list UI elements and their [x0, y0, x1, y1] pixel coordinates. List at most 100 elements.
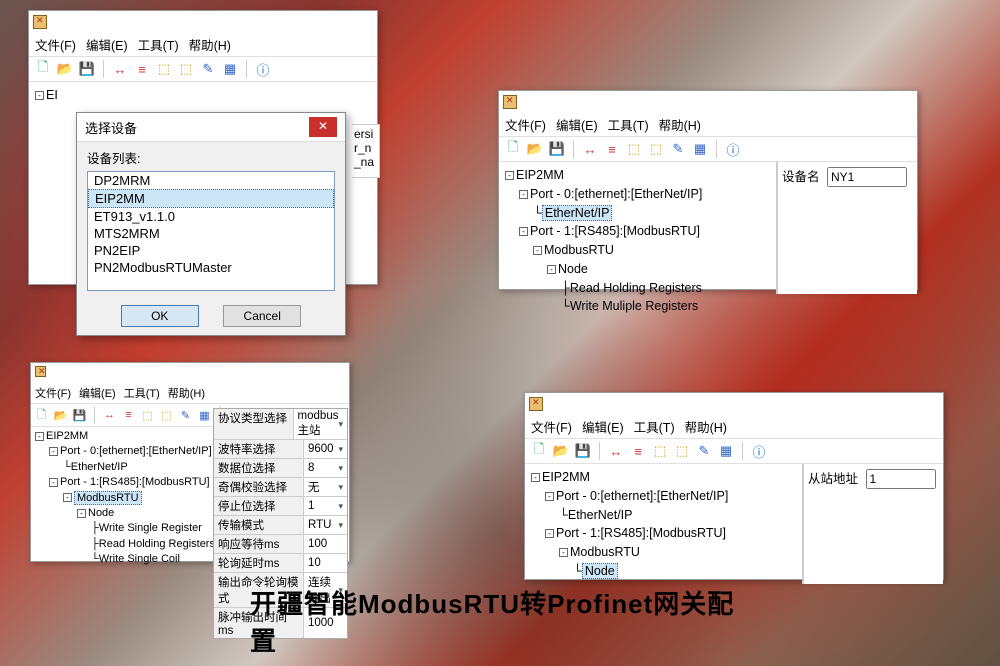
- menu-edit[interactable]: 编辑(E): [86, 35, 128, 54]
- expand-icon[interactable]: -: [35, 91, 44, 100]
- ti5[interactable]: ✎: [696, 443, 712, 459]
- new-icon[interactable]: 🗋: [35, 409, 48, 422]
- toolbar-icon-1[interactable]: ↔: [112, 61, 128, 77]
- new-icon[interactable]: 🗋: [35, 61, 51, 77]
- dropdown-icon[interactable]: ▾: [338, 482, 343, 493]
- toolbar-icon-4[interactable]: ⬚: [178, 61, 194, 77]
- tree-ethernetip-selected[interactable]: EtherNet/IP: [542, 205, 613, 221]
- toolbar-icon-1[interactable]: ↔: [582, 141, 598, 157]
- property-value[interactable]: 8▾: [304, 459, 347, 477]
- toolbar-icon-5[interactable]: ✎: [200, 61, 216, 77]
- property-value[interactable]: 9600▾: [304, 440, 347, 458]
- tree-port1[interactable]: Port - 1:[RS485]:[ModbusRTU]: [556, 526, 726, 540]
- menu-edit[interactable]: 编辑(E): [79, 385, 116, 401]
- toolbar-icon-6[interactable]: ▦: [222, 61, 238, 77]
- device-tree[interactable]: -EI: [29, 82, 377, 109]
- tree-port0[interactable]: Port - 0:[ethernet]:[EtherNet/IP]: [556, 489, 728, 503]
- open-icon[interactable]: 📂: [57, 61, 73, 77]
- save-icon[interactable]: 💾: [79, 61, 95, 77]
- dropdown-icon[interactable]: ▾: [338, 501, 343, 512]
- tree-root[interactable]: EIP2MM: [542, 470, 590, 484]
- device-tree[interactable]: -EIP2MM -Port - 0:[ethernet]:[EtherNet/I…: [499, 162, 777, 294]
- save-icon[interactable]: 💾: [549, 141, 565, 157]
- list-item[interactable]: PN2EIP: [88, 242, 334, 259]
- ti6[interactable]: ▦: [718, 443, 734, 459]
- menu-tool[interactable]: 工具(T): [634, 417, 675, 436]
- cancel-button[interactable]: Cancel: [223, 305, 301, 327]
- list-item[interactable]: MTS2MRM: [88, 225, 334, 242]
- menu-help[interactable]: 帮助(H): [189, 35, 231, 54]
- device-list[interactable]: DP2MRM EIP2MM ET913_v1.1.0 MTS2MRM PN2EI…: [87, 171, 335, 291]
- toolbar-icon-2[interactable]: ≡: [134, 61, 150, 77]
- property-row[interactable]: 数据位选择8▾: [214, 459, 347, 478]
- ti6[interactable]: ▦: [198, 409, 211, 422]
- info-icon[interactable]: ⓘ: [255, 61, 271, 77]
- toolbar-icon-3[interactable]: ⬚: [626, 141, 642, 157]
- property-row[interactable]: 传输模式RTU▾: [214, 516, 347, 535]
- property-value[interactable]: 无▾: [304, 478, 347, 496]
- toolbar-icon-6[interactable]: ▦: [692, 141, 708, 157]
- ti3[interactable]: ⬚: [652, 443, 668, 459]
- menu-file[interactable]: 文件(F): [35, 35, 76, 54]
- list-item[interactable]: DP2MRM: [88, 172, 334, 189]
- property-value[interactable]: modbus主站▾: [294, 409, 347, 439]
- save-icon[interactable]: 💾: [575, 443, 591, 459]
- menu-file[interactable]: 文件(F): [35, 385, 71, 401]
- toolbar-icon-5[interactable]: ✎: [670, 141, 686, 157]
- slave-addr-input[interactable]: [866, 469, 936, 489]
- property-row[interactable]: 停止位选择1▾: [214, 497, 347, 516]
- tree-node[interactable]: Node: [558, 262, 588, 276]
- dropdown-icon[interactable]: ▾: [338, 444, 343, 455]
- ti5[interactable]: ✎: [179, 409, 192, 422]
- property-row[interactable]: 响应等待ms100: [214, 535, 347, 554]
- tree-root[interactable]: EIP2MM: [46, 430, 88, 442]
- ti4[interactable]: ⬚: [674, 443, 690, 459]
- tree-modbus-selected[interactable]: ModbusRTU: [74, 491, 142, 505]
- tree-port1[interactable]: Port - 1:[RS485]:[ModbusRTU]: [60, 476, 210, 488]
- list-item[interactable]: ET913_v1.1.0: [88, 208, 334, 225]
- toolbar-icon-3[interactable]: ⬚: [156, 61, 172, 77]
- menu-edit[interactable]: 编辑(E): [556, 115, 598, 134]
- dropdown-icon[interactable]: ▾: [338, 463, 343, 474]
- tree-write-multiple[interactable]: Write Muliple Registers: [570, 299, 698, 313]
- ti3[interactable]: ⬚: [141, 409, 154, 422]
- list-item-selected[interactable]: EIP2MM: [88, 189, 334, 208]
- ti2[interactable]: ≡: [630, 443, 646, 459]
- property-row[interactable]: 协议类型选择modbus主站▾: [214, 409, 347, 440]
- tree-port0[interactable]: Port - 0:[ethernet]:[EtherNet/IP]: [60, 445, 212, 457]
- ti4[interactable]: ⬚: [160, 409, 173, 422]
- tree-rhr[interactable]: Read Holding Registers: [99, 538, 215, 550]
- tree-wsr[interactable]: Write Single Register: [99, 522, 202, 534]
- ti2[interactable]: ≡: [122, 409, 135, 422]
- info-icon[interactable]: ⓘ: [751, 443, 767, 459]
- dropdown-icon[interactable]: ▾: [338, 520, 343, 531]
- menu-file[interactable]: 文件(F): [531, 417, 572, 436]
- ti1[interactable]: ↔: [608, 443, 624, 459]
- property-row[interactable]: 轮询延时ms10: [214, 554, 347, 573]
- property-value[interactable]: 100: [304, 535, 347, 553]
- tree-node[interactable]: Node: [88, 507, 114, 519]
- tree-ethip[interactable]: EtherNet/IP: [568, 508, 633, 522]
- menu-help[interactable]: 帮助(H): [685, 417, 727, 436]
- save-icon[interactable]: 💾: [73, 409, 86, 422]
- toolbar-icon-4[interactable]: ⬚: [648, 141, 664, 157]
- property-value[interactable]: 1▾: [304, 497, 347, 515]
- menu-tool[interactable]: 工具(T): [124, 385, 160, 401]
- tree-read-holding[interactable]: Read Holding Registers: [570, 281, 702, 295]
- ti1[interactable]: ↔: [103, 409, 116, 422]
- open-icon[interactable]: 📂: [527, 141, 543, 157]
- tree-root[interactable]: EIP2MM: [516, 168, 564, 182]
- dropdown-icon[interactable]: ▾: [338, 419, 343, 430]
- open-icon[interactable]: 📂: [553, 443, 569, 459]
- menu-tool[interactable]: 工具(T): [138, 35, 179, 54]
- tree-ethip[interactable]: EtherNet/IP: [71, 461, 128, 473]
- menu-edit[interactable]: 编辑(E): [582, 417, 624, 436]
- new-icon[interactable]: 🗋: [505, 141, 521, 157]
- menu-file[interactable]: 文件(F): [505, 115, 546, 134]
- list-item[interactable]: PN2ModbusRTUMaster: [88, 259, 334, 276]
- property-row[interactable]: 奇偶校验选择无▾: [214, 478, 347, 497]
- property-value[interactable]: 10: [304, 554, 347, 572]
- property-row[interactable]: 波特率选择9600▾: [214, 440, 347, 459]
- property-value[interactable]: RTU▾: [304, 516, 347, 534]
- ok-button[interactable]: OK: [121, 305, 199, 327]
